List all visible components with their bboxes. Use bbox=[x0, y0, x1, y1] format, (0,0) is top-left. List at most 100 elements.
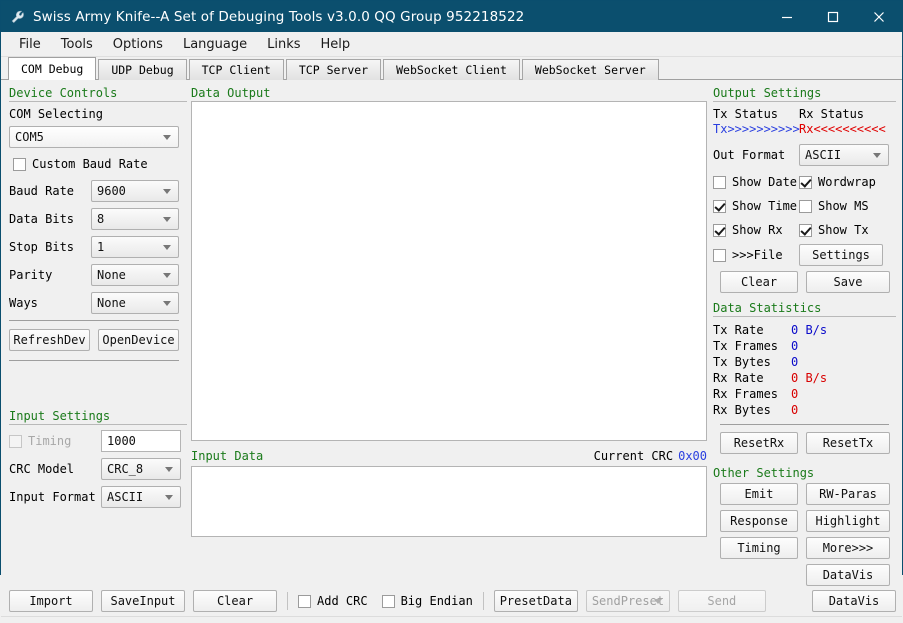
checkbox-box bbox=[713, 223, 726, 237]
timing-interval-input[interactable]: 1000 bbox=[101, 430, 181, 452]
settings-button[interactable]: Settings bbox=[799, 244, 883, 266]
open-device-button[interactable]: OpenDevice bbox=[98, 329, 179, 351]
stat-label: Rx Bytes bbox=[713, 403, 771, 417]
wordwrap-label: Wordwrap bbox=[818, 175, 876, 189]
wordwrap-checkbox[interactable]: Wordwrap bbox=[799, 175, 876, 189]
highlight-button[interactable]: Highlight bbox=[806, 510, 890, 532]
tab-tcp-client[interactable]: TCP Client bbox=[188, 59, 284, 80]
custom-baud-rate-checkbox[interactable]: Custom Baud Rate bbox=[13, 157, 187, 171]
data-bits-value: 8 bbox=[97, 212, 105, 226]
input-format-label: Input Format bbox=[9, 490, 96, 504]
tab-websocket-server[interactable]: WebSocket Server bbox=[521, 59, 659, 80]
menu-item-help[interactable]: Help bbox=[311, 35, 361, 54]
input-data-textarea[interactable] bbox=[191, 466, 707, 537]
menu-item-links[interactable]: Links bbox=[257, 35, 310, 54]
baud-rate-select[interactable]: 9600 bbox=[91, 180, 179, 202]
refresh-dev-button[interactable]: RefreshDev bbox=[9, 329, 90, 351]
import-button[interactable]: Import bbox=[9, 590, 93, 612]
out-format-value: ASCII bbox=[805, 148, 842, 162]
big-endian-checkbox[interactable]: Big Endian bbox=[381, 594, 473, 608]
chevron-down-icon bbox=[653, 599, 662, 604]
timing-checkbox[interactable]: Timing bbox=[9, 434, 101, 448]
show-rx-checkbox[interactable]: Show Rx bbox=[713, 223, 799, 237]
checkbox-box bbox=[381, 594, 395, 608]
reset-rx-button[interactable]: ResetRx bbox=[720, 432, 798, 454]
input-format-select[interactable]: ASCII bbox=[101, 486, 181, 508]
maximize-icon[interactable] bbox=[810, 1, 856, 32]
checkbox-box bbox=[713, 175, 726, 189]
checkbox-box bbox=[713, 199, 726, 213]
show-tx-checkbox[interactable]: Show Tx bbox=[799, 223, 869, 237]
bottom-action-bar: Import SaveInput Clear Add CRC Big Endia… bbox=[1, 586, 902, 616]
tab-tcp-server[interactable]: TCP Server bbox=[285, 59, 382, 80]
stat-label: Rx Frames bbox=[713, 387, 779, 401]
show-tx-label: Show Tx bbox=[818, 223, 869, 237]
stop-bits-select[interactable]: 1 bbox=[91, 236, 179, 258]
device-controls-separator-top bbox=[9, 320, 179, 321]
show-date-checkbox[interactable]: Show Date bbox=[713, 175, 799, 189]
datavis-button[interactable]: DataVis bbox=[806, 564, 890, 586]
minimize-icon[interactable] bbox=[764, 1, 810, 32]
timing-more-row: Timing More>>> bbox=[713, 537, 896, 559]
window-title: Swiss Army Knife--A Set of Debuging Tool… bbox=[33, 8, 525, 25]
data-bits-select[interactable]: 8 bbox=[91, 208, 179, 230]
show-ms-checkbox[interactable]: Show MS bbox=[799, 199, 869, 213]
show-date-wordwrap-row: Show Date Wordwrap bbox=[713, 172, 896, 192]
datavis-bottom-button[interactable]: DataVis bbox=[812, 590, 896, 612]
checkbox-box bbox=[799, 175, 812, 189]
stat-label: Tx Bytes bbox=[713, 355, 771, 369]
out-format-row: Out Format ASCII bbox=[713, 144, 896, 166]
emit-rwparas-row: Emit RW-Paras bbox=[713, 483, 896, 505]
device-controls-title: Device Controls bbox=[9, 86, 118, 100]
parity-select[interactable]: None bbox=[91, 264, 179, 286]
menu-item-language[interactable]: Language bbox=[173, 35, 257, 54]
tab-websocket-client[interactable]: WebSocket Client bbox=[383, 59, 520, 80]
more-button[interactable]: More>>> bbox=[806, 537, 890, 559]
rw-paras-button[interactable]: RW-Paras bbox=[806, 483, 890, 505]
tab-udp-debug[interactable]: UDP Debug bbox=[98, 59, 187, 80]
emit-button[interactable]: Emit bbox=[720, 483, 798, 505]
stop-bits-value: 1 bbox=[97, 240, 105, 254]
menu-item-options[interactable]: Options bbox=[103, 35, 173, 54]
output-save-button[interactable]: Save bbox=[806, 271, 890, 293]
show-time-checkbox[interactable]: Show Time bbox=[713, 199, 799, 213]
data-bits-row: Data Bits 8 bbox=[9, 208, 187, 230]
data-output-textarea[interactable] bbox=[191, 101, 707, 441]
tab-com-debug[interactable]: COM Debug bbox=[8, 57, 97, 80]
to-file-checkbox[interactable]: >>>File bbox=[713, 248, 799, 262]
ways-select[interactable]: None bbox=[91, 292, 179, 314]
menu-item-tools[interactable]: Tools bbox=[51, 35, 103, 54]
out-format-select[interactable]: ASCII bbox=[799, 144, 889, 166]
divider bbox=[287, 592, 288, 610]
show-time-showms-row: Show Time Show MS bbox=[713, 196, 896, 216]
divider bbox=[482, 592, 484, 610]
stat-row-tx-frames: Tx Frames 0 bbox=[713, 338, 896, 354]
close-icon[interactable] bbox=[856, 1, 902, 32]
response-button[interactable]: Response bbox=[720, 510, 798, 532]
timing-row: Timing 1000 bbox=[9, 430, 187, 452]
timing-button[interactable]: Timing bbox=[720, 537, 798, 559]
stat-label: Tx Rate bbox=[713, 323, 764, 337]
preset-data-button[interactable]: PresetData bbox=[493, 590, 578, 612]
add-crc-checkbox[interactable]: Add CRC bbox=[298, 594, 368, 608]
crc-model-select[interactable]: CRC_8 bbox=[101, 458, 181, 480]
reset-tx-button[interactable]: ResetTx bbox=[806, 432, 890, 454]
current-crc-group: Current CRC 0x00 bbox=[594, 449, 707, 463]
menu-item-file[interactable]: File bbox=[9, 35, 51, 54]
status-headers: Tx Status Rx Status bbox=[713, 107, 896, 121]
send-button[interactable]: Send bbox=[677, 590, 766, 612]
app-window: Swiss Army Knife--A Set of Debuging Tool… bbox=[0, 0, 903, 623]
custom-baud-rate-label: Custom Baud Rate bbox=[32, 157, 148, 171]
stat-label: Rx Rate bbox=[713, 371, 764, 385]
save-input-button[interactable]: SaveInput bbox=[101, 590, 185, 612]
input-clear-button[interactable]: Clear bbox=[193, 590, 277, 612]
send-preset-select[interactable]: SendPreset bbox=[585, 590, 670, 612]
stop-bits-label: Stop Bits bbox=[9, 240, 75, 254]
output-clear-button[interactable]: Clear bbox=[720, 271, 798, 293]
out-format-label: Out Format bbox=[713, 148, 786, 162]
data-statistics-separator bbox=[720, 424, 889, 425]
stat-row-tx-bytes: Tx Bytes 0 bbox=[713, 354, 896, 370]
status-indicators: Tx>>>>>>>>>> Rx<<<<<<<<<< bbox=[713, 122, 896, 136]
input-settings-rule bbox=[9, 424, 187, 425]
com-port-select[interactable]: COM5 bbox=[9, 126, 179, 148]
